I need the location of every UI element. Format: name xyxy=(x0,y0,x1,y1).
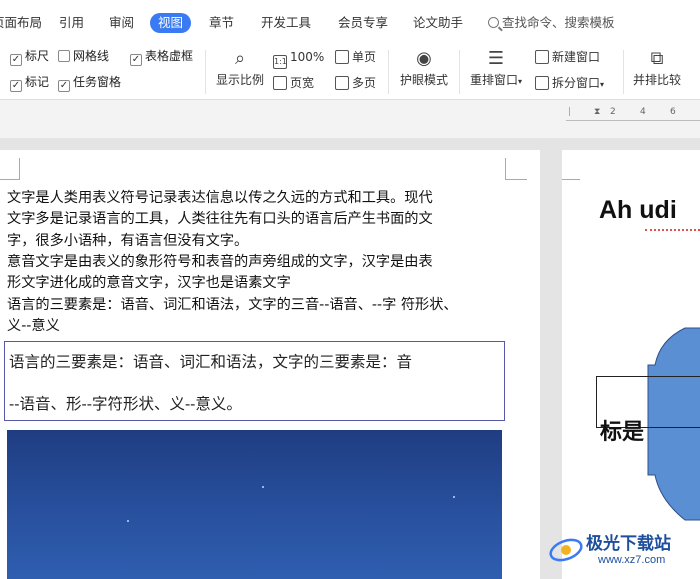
body-text-line[interactable]: 文字是人类用表义符号记录表达信息以传之久远的方式和工具。现代 xyxy=(7,189,433,207)
rearrange-icon: ☰ xyxy=(487,48,505,69)
split-window-button[interactable]: 拆分窗口▾ xyxy=(535,75,604,93)
task-pane-checkbox[interactable]: ✓ 任务窗格 xyxy=(58,74,121,92)
tab-developer[interactable]: 开发工具 xyxy=(261,13,311,33)
tab-review[interactable]: 审阅 xyxy=(109,13,134,33)
checkbox-checked-icon: ✓ xyxy=(58,80,70,92)
ribbon-toolbar: ✓ 标尺 网格线 ✓ 表格虚框 ✓ 标记 ✓ 任务窗格 ⌕ 显示比例 1:1 100% 单… xyxy=(0,44,700,100)
ruler-checkbox[interactable]: ✓ 标尺 xyxy=(10,48,49,66)
task-pane-label: 任务窗格 xyxy=(73,75,122,89)
marks-checkbox[interactable]: ✓ 标记 xyxy=(10,74,49,92)
watermark-brand: 极光下载站 xyxy=(586,534,671,554)
ruler-tick-label: 4 xyxy=(640,107,646,117)
command-search[interactable]: 查找命令、搜索模板 xyxy=(488,13,615,33)
spell-check-underline xyxy=(645,228,700,231)
zoom-ratio-button[interactable]: ⌕ 显示比例 xyxy=(214,48,266,90)
tab-references[interactable]: 引用 xyxy=(59,13,84,33)
body-text-line[interactable]: 形文字进化成的意音文字，汉字也是语素文字 xyxy=(7,274,291,292)
checkbox-unchecked-icon xyxy=(58,50,70,62)
ruler-tick-label: 6 xyxy=(670,107,676,117)
text-box[interactable]: 语言的三要素是：语音、词汇和语法，文字的三要素是：音 --语音、形--字符形状、… xyxy=(4,341,505,421)
search-icon xyxy=(488,17,499,28)
side-by-side-icon: ⧉ xyxy=(650,48,664,69)
table-dashed-checkbox[interactable]: ✓ 表格虚框 xyxy=(130,48,193,66)
body-text-line[interactable]: 文字多是记录语言的工具，人类往往先有口头的语言后产生书面的文 xyxy=(7,210,433,228)
night-sky-image[interactable] xyxy=(7,430,502,579)
rearrange-label: 重排窗口▾ xyxy=(466,70,526,92)
checkbox-checked-icon: ✓ xyxy=(10,80,22,92)
indent-marker-icon[interactable]: ⧗ xyxy=(594,107,600,117)
multi-page-button[interactable]: 多页 xyxy=(335,75,376,91)
gridlines-label: 网格线 xyxy=(73,49,110,63)
command-search-label: 查找命令、搜索模板 xyxy=(502,15,615,30)
marks-label: 标记 xyxy=(25,75,50,89)
horizontal-ruler[interactable]: | ⧗ 2 4 6 xyxy=(566,107,700,121)
body-text-line[interactable]: 字，很多小语种，有语言但没有文字。 xyxy=(7,232,248,250)
body-text-line[interactable]: 义--意义 xyxy=(7,317,60,335)
star xyxy=(453,496,455,498)
new-window-button[interactable]: 新建窗口 xyxy=(535,49,600,65)
page-2-heading[interactable]: Ah udi xyxy=(599,196,677,225)
split-window-icon xyxy=(535,76,549,90)
zoom-100-label: 100% xyxy=(290,50,325,64)
star xyxy=(262,486,264,488)
text-box-line[interactable]: 语言的三要素是：语音、词汇和语法，文字的三要素是：音 xyxy=(9,350,412,372)
new-window-icon xyxy=(535,50,549,64)
ruler-tick: | xyxy=(568,107,572,117)
eye-mode-label: 护眼模式 xyxy=(399,73,448,87)
body-text-line[interactable]: 意音文字是由表义的象形符号和表音的声旁组成的文字，汉字是由表 xyxy=(7,253,433,271)
divider xyxy=(388,50,389,94)
side-by-side-button[interactable]: ⧉ 并排比较 xyxy=(630,48,684,90)
ruler-tick-label: 2 xyxy=(610,107,616,117)
multi-page-label: 多页 xyxy=(352,76,377,90)
page-corner-mark xyxy=(562,158,580,180)
side-by-side-label: 并排比较 xyxy=(632,73,681,87)
divider xyxy=(623,50,624,94)
tab-view[interactable]: 视图 xyxy=(150,13,192,33)
divider xyxy=(459,50,460,94)
single-page-button[interactable]: 单页 xyxy=(335,49,376,65)
document-page-2[interactable]: Ah udi 标是 xyxy=(562,150,700,579)
tab-page-layout[interactable]: 页面布局 xyxy=(0,13,42,33)
watermark-url: www.xz7.com xyxy=(598,554,666,566)
one-to-one-icon: 1:1 xyxy=(273,55,287,69)
rearrange-window-button[interactable]: ☰ 重排窗口▾ xyxy=(466,48,526,92)
eye-mode-button[interactable]: ◉ 护眼模式 xyxy=(396,48,452,90)
site-watermark: 极光下载站 www.xz7.com xyxy=(548,528,700,579)
body-text-line[interactable]: 语言的三要素是：语音、词汇和语法，文字的三音--语音、--字 符形状、 xyxy=(7,296,458,314)
zoom-100-button[interactable]: 1:1 100% xyxy=(273,49,324,69)
split-window-label: 拆分窗口 xyxy=(552,76,601,90)
checkbox-checked-icon: ✓ xyxy=(10,54,22,66)
checkbox-checked-icon: ✓ xyxy=(130,54,142,66)
page-width-icon xyxy=(273,76,287,90)
page-corner-mark xyxy=(0,158,20,180)
ruler-label: 标尺 xyxy=(25,49,50,63)
single-page-icon xyxy=(335,50,349,64)
gridlines-checkbox[interactable]: 网格线 xyxy=(58,48,109,64)
table-dashed-label: 表格虚框 xyxy=(145,49,194,63)
eye-icon: ◉ xyxy=(416,48,432,69)
tab-membership[interactable]: 会员专享 xyxy=(338,13,388,33)
page-width-button[interactable]: 页宽 xyxy=(273,75,314,91)
dropdown-arrow-icon: ▾ xyxy=(518,77,523,86)
zoom-ratio-label: 显示比例 xyxy=(215,73,264,87)
multi-page-icon xyxy=(335,76,349,90)
dropdown-arrow-icon: ▾ xyxy=(600,80,605,89)
new-window-label: 新建窗口 xyxy=(552,50,601,64)
page-width-label: 页宽 xyxy=(290,76,315,90)
single-page-label: 单页 xyxy=(352,50,377,64)
zoom-icon: ⌕ xyxy=(234,48,246,69)
watermark-logo-icon xyxy=(549,538,583,562)
tab-sections[interactable]: 章节 xyxy=(209,13,234,33)
tab-paper-assistant[interactable]: 论文助手 xyxy=(413,13,463,33)
text-box-line[interactable]: --语音、形--字符形状、义--意义。 xyxy=(9,392,242,414)
menu-bar: 页面布局 引用 审阅 视图 章节 开发工具 会员专享 论文助手 查找命令、搜索模… xyxy=(0,0,700,44)
divider xyxy=(205,50,206,94)
star xyxy=(127,520,129,522)
page-2-label[interactable]: 标是 xyxy=(600,414,644,446)
page-corner-mark xyxy=(505,158,527,180)
rearrange-text: 重排窗口 xyxy=(469,73,518,87)
